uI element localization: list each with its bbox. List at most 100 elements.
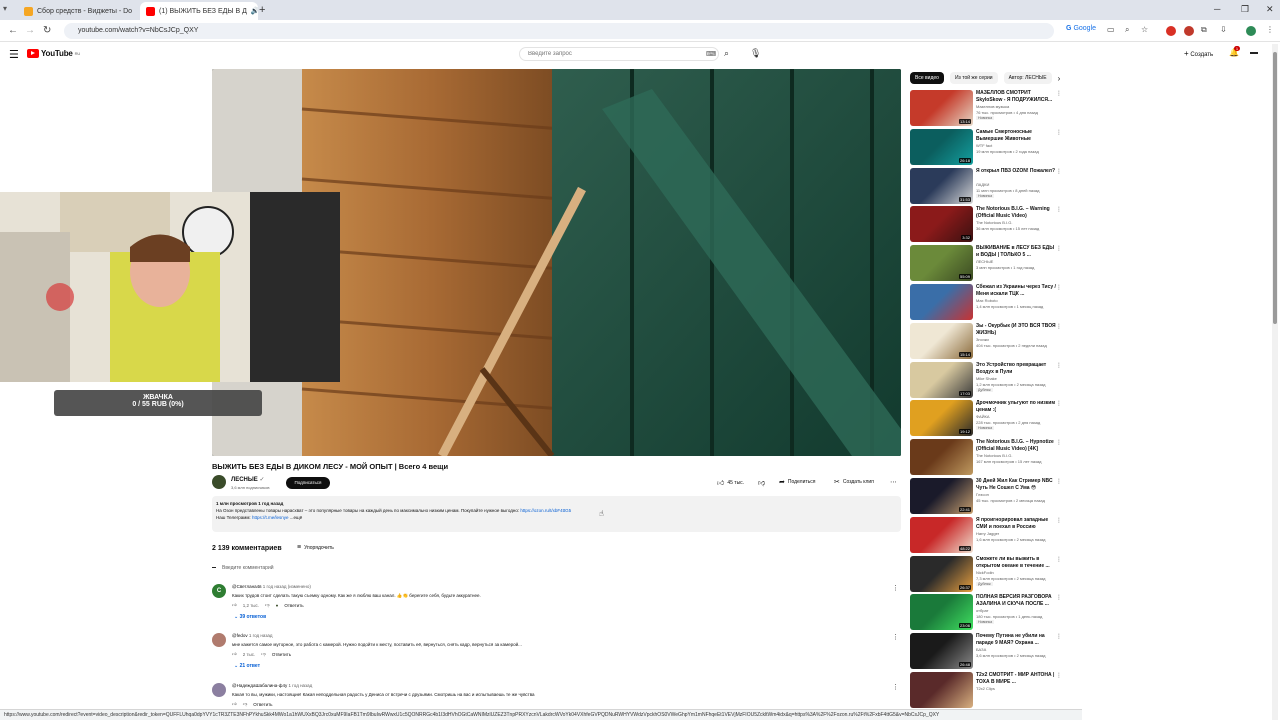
video-channel[interactable]: The Notorious B.I.G. — [976, 220, 1012, 225]
video-channel[interactable]: NickFodin — [976, 570, 994, 575]
video-more-icon[interactable]: ⋮ — [1056, 90, 1062, 97]
recommended-video[interactable]: The Notorious B.I.G. – Hypnotize (Offici… — [910, 439, 1062, 475]
video-title[interactable]: T2x2 СМОТРИТ - МИР АНТОНА | ТОХА В МИРЕ … — [976, 672, 1058, 685]
video-more-icon[interactable]: ⋮ — [1056, 556, 1062, 563]
subscribe-button[interactable]: Подписаться — [286, 477, 330, 489]
video-thumbnail[interactable]: 19:12 — [910, 400, 973, 436]
new-tab-button[interactable]: + — [259, 4, 265, 16]
thumbs-down-icon[interactable]: 👎︎ — [265, 602, 270, 608]
video-thumbnail[interactable]: 55:09 — [910, 245, 973, 281]
video-more-icon[interactable]: ⋮ — [1056, 362, 1062, 369]
address-bar[interactable]: youtube.com/watch?v=NbCsJCp_QXY — [64, 23, 1054, 39]
reload-icon[interactable]: ↻ — [43, 25, 51, 36]
chip-all-videos[interactable]: Все видео — [910, 72, 944, 84]
recommended-video[interactable]: 19:12 Дрочмочник ульгуют по низким ценам … — [910, 400, 1062, 436]
downloads-icon[interactable]: ⇩ — [1220, 25, 1227, 34]
share-button[interactable]: ➦ Поделиться — [779, 478, 816, 486]
youtube-logo[interactable]: YouTube RU — [27, 49, 80, 58]
video-channel[interactable]: ЛЕСНЫЕ — [976, 259, 993, 264]
extension-red-icon[interactable] — [1166, 26, 1176, 36]
browser-menu-icon[interactable]: ⋮ — [1266, 25, 1274, 34]
sort-comments-button[interactable]: ≡ Упорядочить — [297, 544, 334, 551]
video-channel[interactable]: T2x2 Clips — [976, 686, 995, 691]
thumbs-up-icon[interactable]: 👍︎ — [232, 701, 237, 707]
add-comment-input[interactable]: Введите комментарий — [212, 563, 901, 572]
video-thumbnail[interactable] — [910, 284, 973, 320]
chip-same-series[interactable]: Из той же серии — [949, 72, 998, 84]
video-channel[interactable]: Max Roboto — [976, 298, 998, 303]
video-more-icon[interactable]: ⋮ — [1056, 245, 1062, 252]
ozon-link[interactable]: https://ozon.ru/t/xbF4ttG5 — [520, 508, 571, 513]
search-input[interactable] — [519, 47, 719, 61]
extension-badge-icon[interactable] — [1184, 26, 1194, 36]
video-channel[interactable]: ФАЙКА — [976, 414, 990, 419]
thumbs-down-icon[interactable]: 👎︎ — [261, 651, 266, 657]
back-icon[interactable]: ← — [8, 25, 18, 36]
recommended-video[interactable]: Сбежал из Украины через Тису / Меня иска… — [910, 284, 1062, 320]
video-channel[interactable]: Mike Shake — [976, 376, 997, 381]
recommended-video[interactable]: T2x2 СМОТРИТ - МИР АНТОНА | ТОХА В МИРЕ … — [910, 672, 1062, 708]
channel-avatar[interactable] — [212, 475, 226, 489]
dislike-button[interactable]: 👎︎ — [758, 478, 765, 487]
minimize-icon[interactable]: ─ — [1214, 4, 1220, 14]
video-title[interactable]: Сможете ли вы выжить в открытом океане в… — [976, 556, 1058, 569]
video-title[interactable]: Я проигнорировал западные СМИ и поехал в… — [976, 517, 1058, 530]
video-more-icon[interactable]: ⋮ — [1056, 672, 1062, 679]
account-avatar[interactable] — [1250, 52, 1258, 54]
audio-playing-icon[interactable]: 🔊 — [251, 7, 258, 15]
video-thumbnail[interactable]: 26:48 — [910, 633, 973, 669]
comment-more-icon[interactable]: ⋮ — [892, 584, 899, 592]
video-thumbnail[interactable]: 26:37 — [910, 556, 973, 592]
video-title[interactable]: The Notorious B.I.G. – Warning (Official… — [976, 206, 1058, 219]
show-replies-button[interactable]: ⌄ 39 ответов — [234, 614, 266, 620]
video-thumbnail[interactable] — [910, 439, 973, 475]
recommended-video[interactable]: 55:09 ВЫЖИВАНИЕ в ЛЕСУ БЕЗ ЕДЫ и ВОДЫ | Т… — [910, 245, 1062, 281]
browser-tab-youtube[interactable]: (1) ВЫЖИТЬ БЕЗ ЕДЫ В Д 🔊 × — [140, 2, 258, 20]
telegram-link[interactable]: https://t.me/lesnye — [252, 515, 289, 520]
create-button[interactable]: + Создать — [1184, 49, 1213, 58]
clip-button[interactable]: ✂ Создать клип — [834, 478, 874, 486]
video-title[interactable]: Самые Смертоносные Вымершие Животные — [976, 129, 1058, 142]
video-channel[interactable]: БАЗА — [976, 647, 986, 652]
search-icon[interactable]: ⌕ — [724, 48, 729, 59]
scrollbar-thumb[interactable] — [1273, 52, 1277, 324]
video-more-icon[interactable]: ⋮ — [1056, 129, 1062, 136]
comment-author[interactable]: @fedov 1 год назад — [232, 633, 273, 638]
recommended-video[interactable]: 17:03 Это Устройство превращает Воздух в … — [910, 362, 1062, 398]
channel-name[interactable]: ЛЕСНЫЕ ✓ — [231, 476, 264, 483]
video-thumbnail[interactable]: 23:06 — [910, 594, 973, 630]
video-thumbnail[interactable]: 22:41 — [910, 478, 973, 514]
video-channel[interactable]: WTF fact — [976, 143, 992, 148]
comment-avatar[interactable] — [212, 683, 226, 697]
video-more-icon[interactable]: ⋮ — [1056, 323, 1062, 330]
microphone-icon[interactable]: 🎙 — [750, 48, 761, 59]
video-more-icon[interactable]: ⋮ — [1056, 439, 1062, 446]
tab-search-icon[interactable]: ▾ — [3, 4, 7, 13]
comment-more-icon[interactable]: ⋮ — [892, 683, 899, 691]
video-more-icon[interactable]: ⋮ — [1056, 517, 1062, 524]
video-channel[interactable]: отбрат — [976, 608, 988, 613]
video-thumbnail[interactable]: 15:14 — [910, 323, 973, 359]
comment-avatar[interactable]: С — [212, 584, 226, 598]
video-thumbnail[interactable]: 17:03 — [910, 362, 973, 398]
recommended-video[interactable]: 26:37 Сможете ли вы выжить в открытом оке… — [910, 556, 1062, 592]
keyboard-icon[interactable]: ⌨ — [706, 50, 716, 58]
video-more-icon[interactable]: ⋮ — [1056, 168, 1062, 175]
recommended-video[interactable]: 26:18 Самые Смертоносные Вымершие Животны… — [910, 129, 1062, 165]
video-channel[interactable]: Мазеллов музыка — [976, 104, 1009, 109]
video-channel[interactable]: The Notorious B.I.G. — [976, 453, 1012, 458]
video-title[interactable]: МАЗЕЛЛОВ СМОТРИТ SkyloSkow - Я ПОДРУЖИЛС… — [976, 90, 1058, 103]
video-title[interactable]: ВЫЖИВАНИЕ в ЛЕСУ БЕЗ ЕДЫ и ВОДЫ | ТОЛЬКО… — [976, 245, 1058, 258]
video-more-icon[interactable]: ⋮ — [1056, 284, 1062, 291]
profile-avatar-icon[interactable] — [1246, 26, 1256, 36]
reply-button[interactable]: Ответить — [272, 652, 291, 657]
video-thumbnail[interactable] — [910, 672, 973, 708]
google-lens-chip[interactable]: G Google — [1066, 25, 1096, 32]
video-thumbnail[interactable]: 26:18 — [910, 129, 973, 165]
recommended-video[interactable]: 26:48 Почему Путина не убили на параде 9 … — [910, 633, 1062, 669]
zoom-icon[interactable]: ⌕ — [1125, 25, 1129, 35]
recommended-video[interactable]: 13:14 МАЗЕЛЛОВ СМОТРИТ SkyloSkow - Я ПОДР… — [910, 90, 1062, 126]
recommended-video[interactable]: 3:32 The Notorious B.I.G. – Warning (Offi… — [910, 206, 1062, 242]
extensions-puzzle-icon[interactable]: ⧉ — [1201, 25, 1207, 35]
recommended-video[interactable]: 15:14 Зы - Окурбык (И ЭТО ВСЯ ТВОЯ ЖИЗНЬ)… — [910, 323, 1062, 359]
